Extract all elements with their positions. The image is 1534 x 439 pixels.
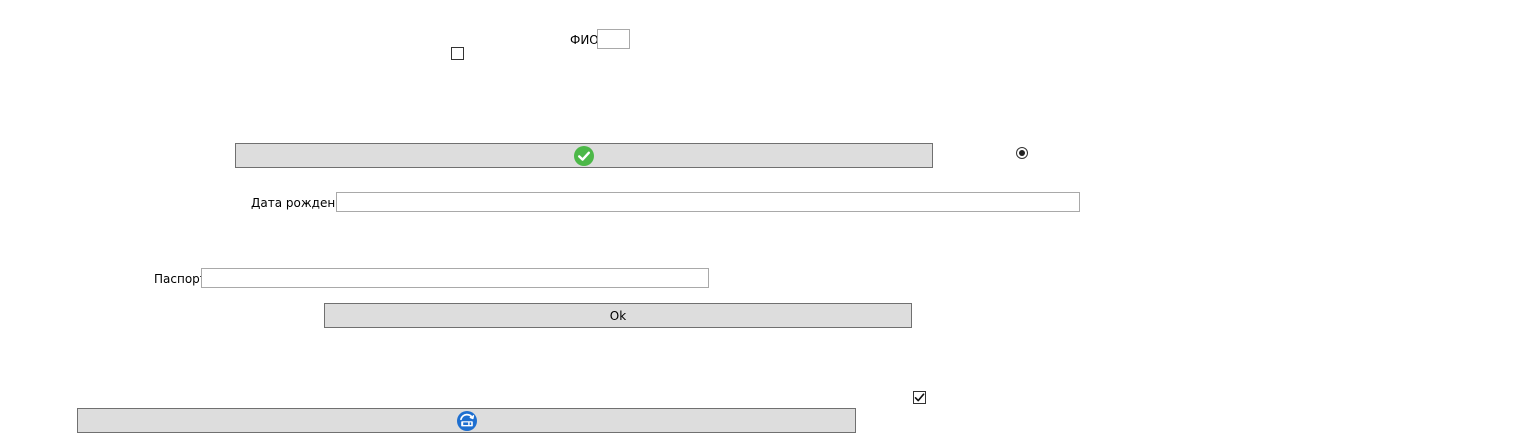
ok-button-label: Ok [609,308,627,323]
done-checkbox[interactable] [913,391,926,404]
radio-selected-dot [1019,150,1025,156]
option-radio[interactable] [1016,147,1028,159]
checkmark-icon [914,393,925,402]
fio-label: ФИО [570,33,599,47]
check-circle-icon [574,145,594,166]
ok-button[interactable]: Ok [324,303,912,328]
passport-label: Паспорт [154,272,207,286]
birth-date-input[interactable] [336,192,1080,212]
fio-input[interactable] [597,29,630,49]
save-button[interactable] [77,408,856,433]
passport-input[interactable] [201,268,709,288]
disk-refresh-icon [456,410,477,431]
agree-checkbox[interactable] [451,47,464,60]
confirm-button[interactable] [235,143,933,168]
